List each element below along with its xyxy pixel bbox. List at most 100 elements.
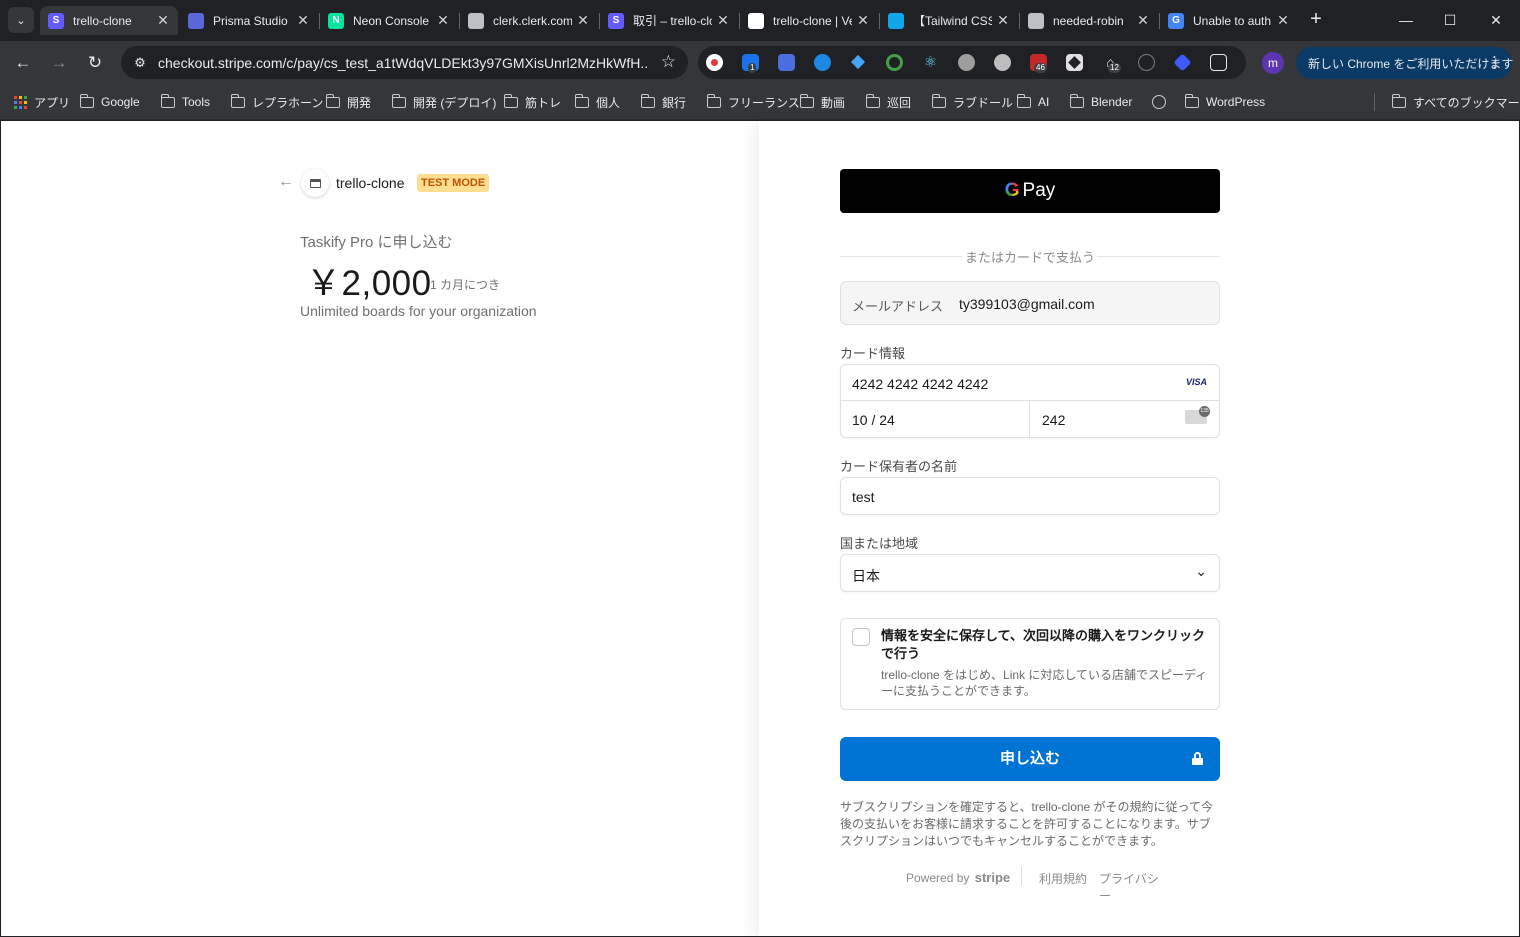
tab-8[interactable]: G Unable to auth ✕ [1160, 6, 1298, 35]
save-info-checkbox[interactable] [852, 628, 870, 646]
checkout-page: ← trello-clone TEST MODE Taskify Pro に申し… [1, 121, 1519, 936]
folder-icon [1069, 93, 1084, 108]
extension-diamond-icon[interactable] [850, 54, 867, 71]
powered-by-stripe[interactable]: Powered by stripe [906, 870, 1010, 885]
extension-gear-icon[interactable] [958, 54, 975, 71]
email-field[interactable]: メールアドレス ty399103@gmail.com [840, 281, 1220, 325]
bookmark-item-13[interactable]: AI [1016, 93, 1049, 111]
bookmark-label: Google [101, 95, 140, 109]
react-devtools-icon[interactable]: ⚛ [922, 54, 939, 71]
tab-close-icon[interactable]: ✕ [156, 12, 170, 29]
profile-avatar[interactable]: m [1262, 52, 1284, 74]
bookmark-item-10[interactable]: 動画 [799, 93, 845, 111]
tab-close-icon[interactable]: ✕ [296, 12, 310, 29]
extension-red-icon[interactable]: 46 [1030, 54, 1047, 73]
forward-button[interactable]: → [47, 51, 71, 75]
extension-record-icon[interactable] [706, 54, 723, 71]
business-name[interactable]: trello-clone [336, 175, 404, 191]
card-number-field[interactable]: 4242 4242 4242 4242 VISA [841, 365, 1219, 401]
product-description: Unlimited boards for your organization [300, 303, 537, 319]
tab-separator [1159, 13, 1160, 29]
tab-4[interactable]: S 取引 – trello-clone ✕ [600, 6, 738, 35]
folder-icon [574, 93, 589, 108]
tab-close-icon[interactable]: ✕ [996, 12, 1010, 29]
back-button[interactable]: ← [11, 51, 35, 75]
privacy-link[interactable]: プライバシー [1099, 870, 1166, 904]
back-arrow-icon[interactable]: ← [278, 173, 294, 191]
powered-by-label: Powered by [906, 871, 970, 885]
cardholder-name-field[interactable]: test [840, 477, 1220, 515]
bookmark-label: Tools [182, 95, 211, 109]
extensions-area: 1 ⚛ 46 ⌂ 12 [698, 46, 1246, 79]
country-select[interactable]: 日本 ⌄ [840, 554, 1220, 592]
tab-0[interactable]: Strello-clone ✕ [40, 6, 178, 35]
tab-3[interactable]: clerk.clerk.com ✕ [460, 6, 598, 35]
bookmark-item-4[interactable]: 開発 [325, 93, 371, 111]
bookmark-item-8[interactable]: 銀行 [640, 93, 686, 111]
extensions-puzzle-icon[interactable] [1210, 54, 1227, 71]
bookmark-item-7[interactable]: 個人 [574, 93, 620, 111]
bookmark-star-icon[interactable]: ☆ [661, 52, 676, 72]
bookmark-item-16[interactable]: WordPress [1184, 93, 1266, 111]
reload-button[interactable]: ↻ [83, 51, 107, 75]
product-title: Taskify Pro に申し込む [300, 234, 453, 251]
bookmark-item-5[interactable]: 開発 (デプロイ) [391, 93, 497, 111]
tab-close-icon[interactable]: ✕ [576, 12, 590, 29]
extension-cookie-icon[interactable] [994, 54, 1011, 71]
tab-7[interactable]: needed-robin ✕ [1020, 6, 1158, 35]
bookmark-label: WordPress [1206, 95, 1266, 109]
apps-grid-icon [14, 95, 27, 109]
extension-cube-icon[interactable] [1066, 54, 1083, 71]
extension-home-icon[interactable]: ⌂ 12 [1102, 54, 1121, 73]
folder-icon [706, 93, 721, 108]
tab-close-icon[interactable]: ✕ [716, 12, 730, 29]
subscribe-button[interactable]: 申し込む [840, 737, 1220, 781]
extension-bitwarden-icon[interactable]: 1 [742, 54, 759, 73]
bookmark-item-9[interactable]: フリーランス [706, 93, 800, 111]
bookmark-item-1[interactable]: Google [79, 93, 140, 111]
card-expiry-field[interactable]: 10 / 24 [841, 401, 1030, 437]
tab-search-button[interactable]: ⌄ [8, 7, 34, 33]
bookmark-item-14[interactable]: Blender [1069, 93, 1132, 111]
tab-separator [599, 13, 600, 29]
tab-5[interactable]: trello-clone | Vercel ✕ [740, 6, 878, 35]
site-info-icon[interactable]: ⚙ [131, 54, 149, 72]
url-text[interactable]: checkout.stripe.com/c/pay/cs_test_a1tWdq… [158, 55, 648, 71]
tab-close-icon[interactable]: ✕ [436, 12, 450, 29]
google-pay-button[interactable]: G Pay [840, 169, 1220, 213]
tab-favicon-icon [1028, 12, 1044, 29]
tab-2[interactable]: N Neon Console ✕ [320, 6, 458, 35]
tab-6[interactable]: 【Tailwind CSS】 ✕ [880, 6, 1018, 35]
more-menu-icon[interactable]: ⋮ [1487, 53, 1502, 71]
price-period: 1 カ月につき [430, 278, 501, 292]
tab-close-icon[interactable]: ✕ [1136, 12, 1150, 29]
bookmark-item-15[interactable] [1152, 93, 1166, 111]
extension-bookmark-icon[interactable] [778, 54, 795, 71]
maximize-button[interactable]: ☐ [1430, 8, 1470, 32]
close-window-button[interactable]: ✕ [1476, 8, 1516, 32]
chrome-update-button[interactable]: 新しい Chrome をご利用いただけます ⋮ [1296, 47, 1513, 79]
bookmark-item-0[interactable]: アプリ [14, 93, 70, 111]
new-tab-button[interactable]: + [1306, 9, 1326, 29]
all-bookmarks-button[interactable]: すべてのブックマーク [1391, 93, 1520, 111]
tab-close-icon[interactable]: ✕ [856, 12, 870, 29]
bookmark-item-6[interactable]: 筋トレ [503, 93, 561, 111]
stripe-footer: Powered by stripe 利用規約 プライバシー [906, 866, 1166, 903]
bookmark-item-12[interactable]: ラブドール [931, 93, 1013, 111]
card-cvc-field[interactable]: 242 [1042, 412, 1065, 428]
address-bar[interactable]: ⚙ checkout.stripe.com/c/pay/cs_test_a1tW… [121, 46, 688, 79]
terms-link[interactable]: 利用規約 [1039, 870, 1087, 887]
tab-1[interactable]: Prisma Studio ✕ [180, 6, 318, 35]
tab-close-icon[interactable]: ✕ [1276, 12, 1290, 29]
bookmark-item-11[interactable]: 巡回 [865, 93, 912, 111]
extension-sync-icon[interactable] [814, 54, 831, 71]
bookmark-label: 巡回 [887, 95, 912, 110]
extension-target-icon[interactable] [886, 54, 903, 71]
extension-tag-icon[interactable] [1173, 53, 1192, 72]
bookmark-item-3[interactable]: レプラホーン [230, 93, 323, 111]
bookmark-item-2[interactable]: Tools [160, 93, 211, 111]
minimize-button[interactable]: — [1386, 8, 1426, 32]
save-info-title[interactable]: 情報を安全に保存して、次回以降の購入をワンクリックで行う [881, 627, 1209, 663]
extension-disabled-icon[interactable] [1138, 54, 1155, 71]
bookmark-label: 開発 (デプロイ) [413, 95, 497, 110]
